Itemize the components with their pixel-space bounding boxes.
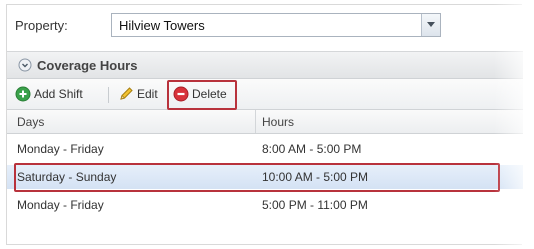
row-days: Monday - Friday: [17, 142, 104, 156]
row-hours: 8:00 AM - 5:00 PM: [262, 142, 362, 156]
row-hours: 5:00 PM - 11:00 PM: [262, 198, 368, 212]
panel-title: Coverage Hours: [37, 58, 138, 73]
collapse-icon[interactable]: [18, 58, 32, 72]
table-row[interactable]: Monday - Friday 5:00 PM - 11:00 PM: [7, 193, 523, 217]
add-icon: [15, 86, 31, 102]
column-header-hours[interactable]: Hours: [262, 115, 294, 129]
row-days: Monday - Friday: [17, 198, 104, 212]
right-fade: [494, 0, 534, 249]
property-select-value: Hilview Towers: [119, 18, 205, 33]
toolbar-separator: [108, 87, 109, 103]
table-row[interactable]: Monday - Friday 8:00 AM - 5:00 PM: [7, 137, 523, 161]
pencil-icon: [120, 87, 133, 100]
column-divider[interactable]: [255, 110, 256, 133]
property-dropdown-button[interactable]: [421, 14, 440, 36]
property-label: Property:: [15, 18, 68, 33]
edit-label: Edit: [137, 87, 158, 101]
delete-highlight-frame: [167, 80, 237, 110]
add-shift-label: Add Shift: [34, 87, 83, 101]
edit-button[interactable]: Edit: [118, 85, 164, 105]
property-select[interactable]: Hilview Towers: [111, 13, 441, 37]
dropdown-arrow-icon: [427, 22, 435, 27]
coverage-hours-header[interactable]: Coverage Hours: [7, 51, 523, 79]
coverage-panel: Property: Hilview Towers Coverage Hours …: [6, 4, 523, 245]
add-shift-button[interactable]: Add Shift: [15, 85, 101, 105]
toolbar: Add Shift Edit Delete: [7, 79, 523, 110]
column-header-days[interactable]: Days: [17, 115, 44, 129]
grid-header: Days Hours: [7, 110, 523, 134]
selected-row-highlight-frame: [14, 163, 500, 192]
